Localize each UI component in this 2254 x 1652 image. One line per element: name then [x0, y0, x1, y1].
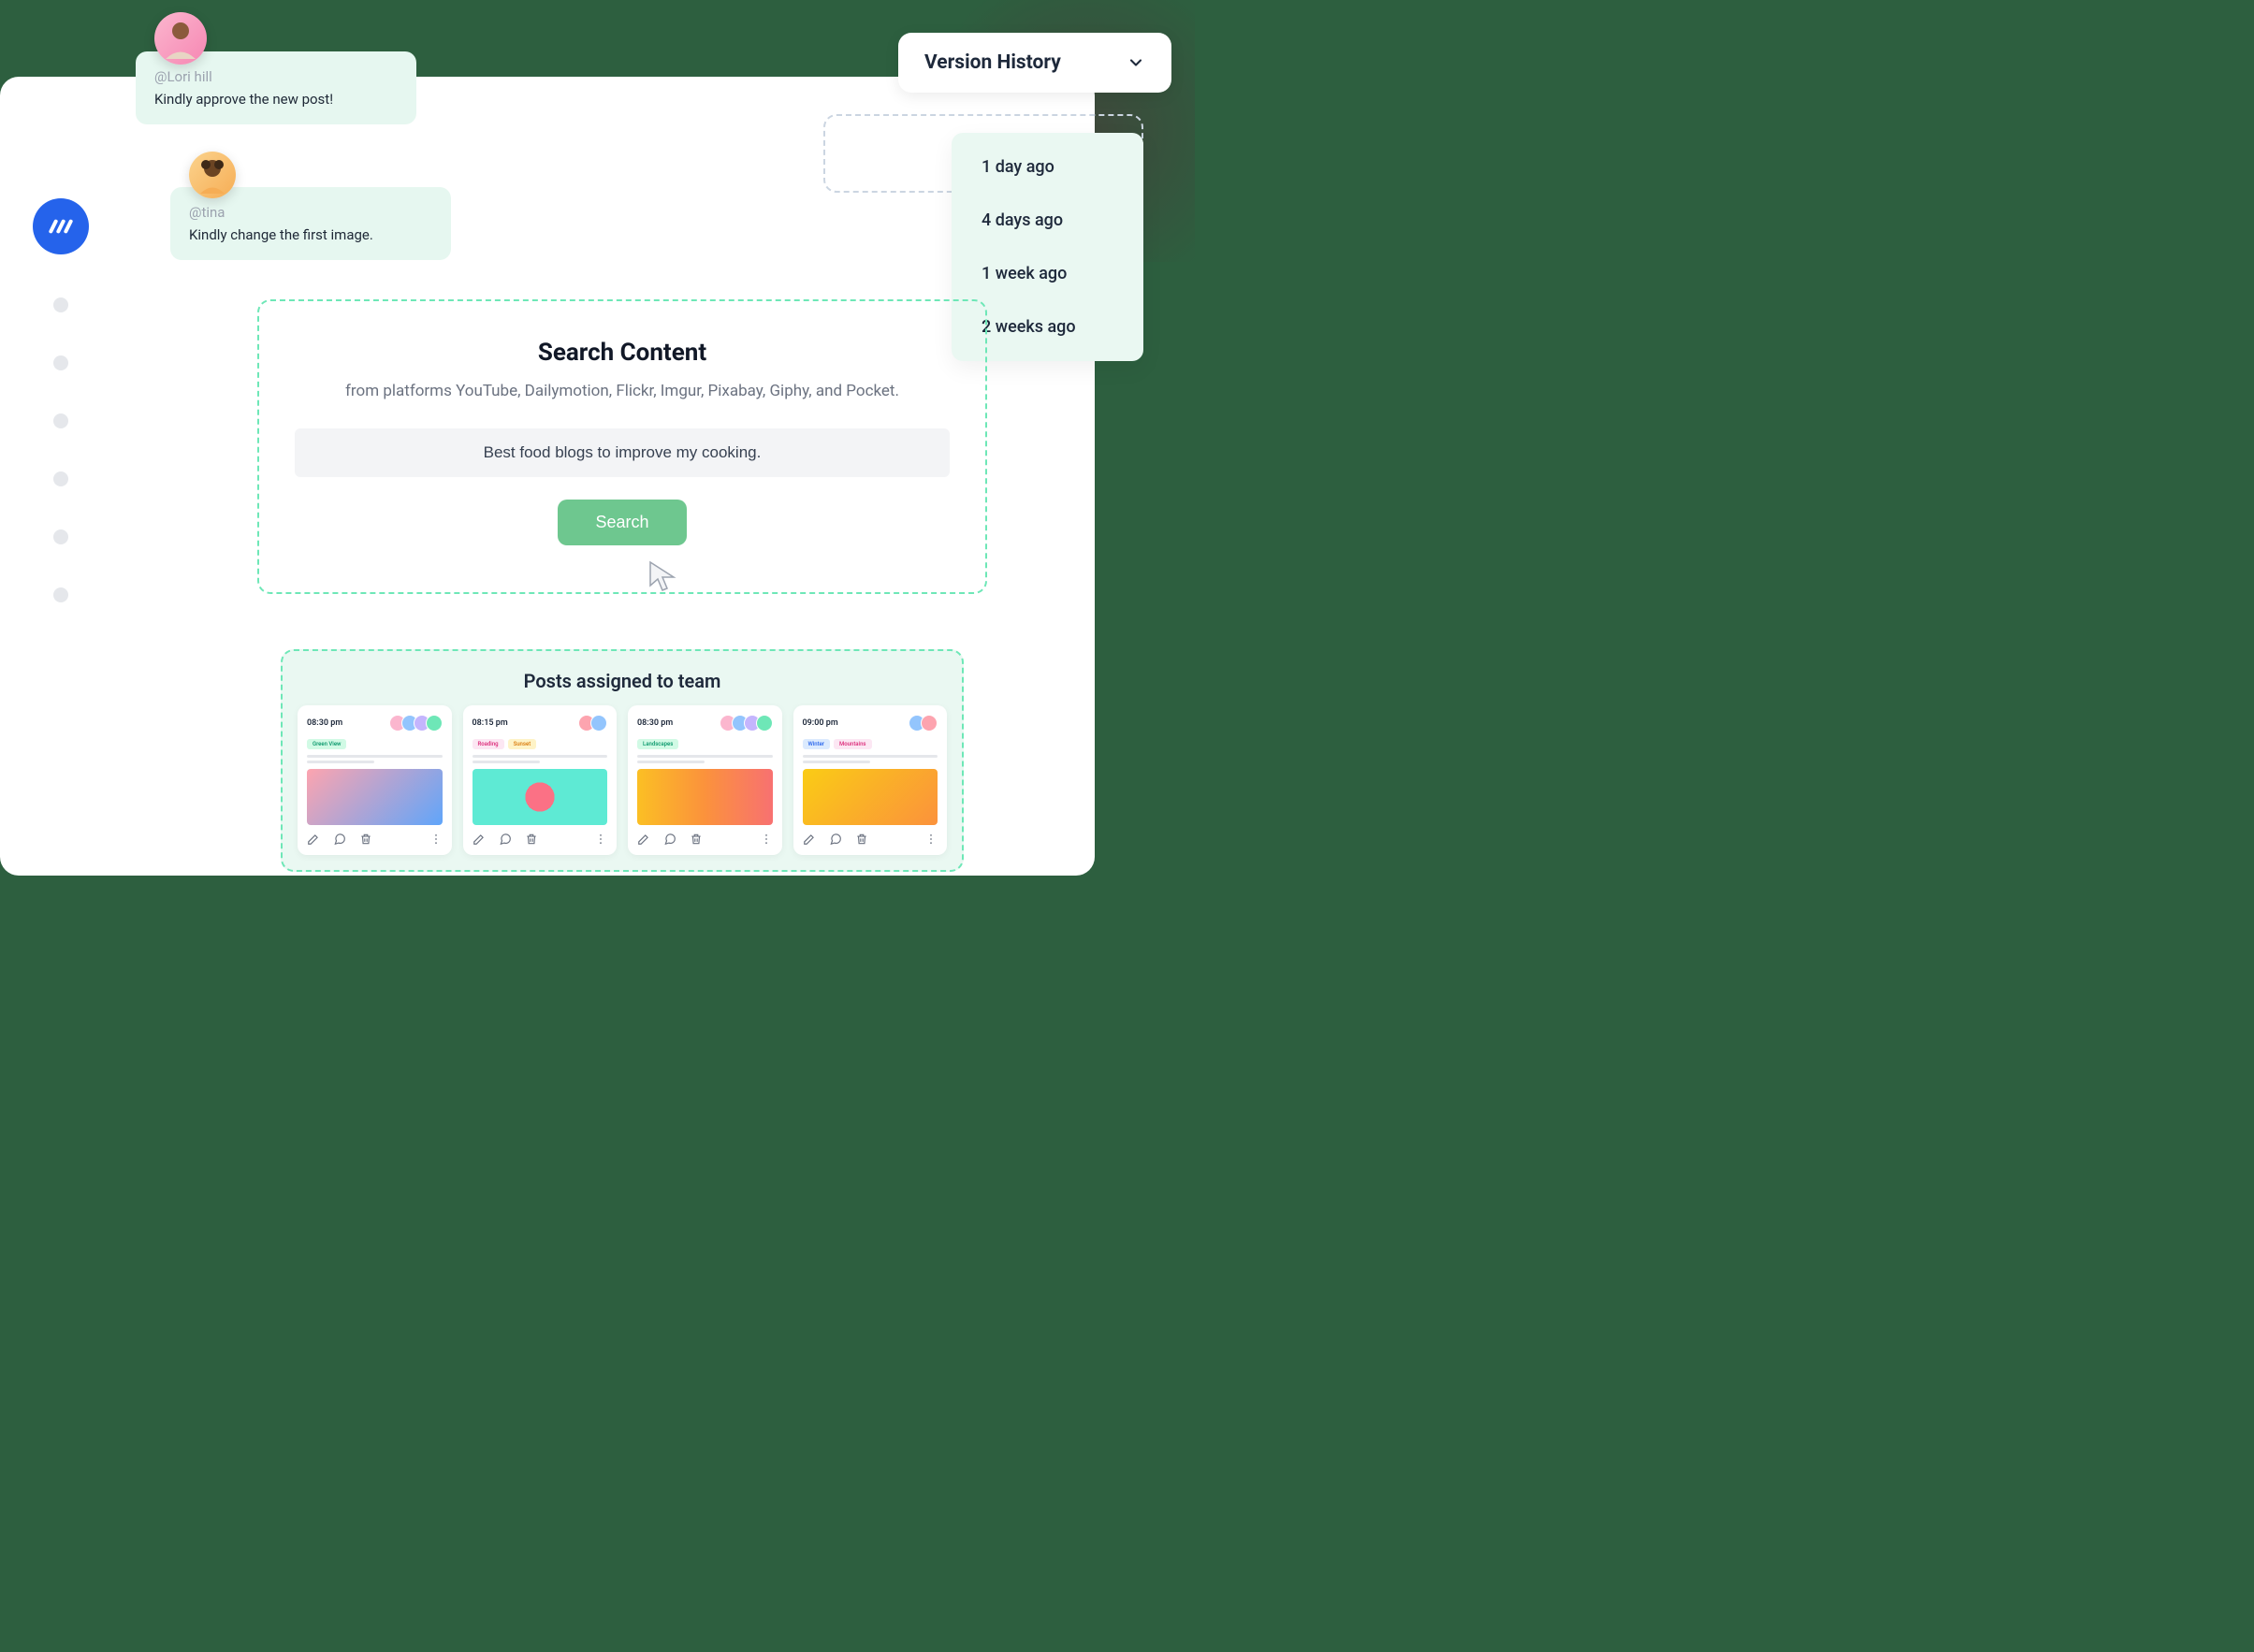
- post-time: 08:30 pm: [637, 718, 673, 728]
- version-dropdown-toggle[interactable]: Version History: [898, 33, 1171, 93]
- nav-item-1[interactable]: [53, 297, 68, 312]
- trash-icon[interactable]: [525, 833, 538, 846]
- post-tag: Landscapes: [637, 739, 678, 749]
- comment-icon[interactable]: [333, 833, 346, 846]
- post-time: 08:15 pm: [473, 718, 508, 728]
- more-icon[interactable]: [594, 833, 607, 846]
- post-assignees: [394, 715, 443, 732]
- nav-item-3[interactable]: [53, 413, 68, 428]
- post-card[interactable]: 08:15 pm Roading Sunset: [463, 705, 618, 855]
- post-tag: Roading: [473, 739, 504, 749]
- more-icon[interactable]: [760, 833, 773, 846]
- comment-icon[interactable]: [663, 833, 676, 846]
- post-thumbnail: [637, 769, 773, 825]
- post-tag: Mountains: [834, 739, 872, 749]
- version-item[interactable]: 1 day ago: [952, 140, 1143, 194]
- nav-item-5[interactable]: [53, 529, 68, 544]
- search-input[interactable]: [295, 428, 950, 477]
- post-time: 09:00 pm: [803, 718, 838, 728]
- post-tag: Green View: [307, 739, 346, 749]
- nav-item-4[interactable]: [53, 471, 68, 486]
- more-icon[interactable]: [924, 833, 938, 846]
- posts-title: Posts assigned to team: [298, 670, 947, 692]
- version-title: Version History: [924, 51, 1061, 74]
- search-panel: Search Content from platforms YouTube, D…: [257, 299, 987, 594]
- post-thumbnail: [803, 769, 938, 825]
- comment-text: Kindly approve the new post!: [154, 91, 398, 108]
- nav-item-6[interactable]: [53, 587, 68, 602]
- post-time: 08:30 pm: [307, 718, 342, 728]
- version-panel: Version History: [898, 33, 1171, 93]
- version-item[interactable]: 1 week ago: [952, 247, 1143, 300]
- post-card[interactable]: 09:00 pm Winter Mountains: [793, 705, 948, 855]
- comment-icon[interactable]: [499, 833, 512, 846]
- search-subtitle: from platforms YouTube, Dailymotion, Fli…: [287, 382, 957, 400]
- comment-card: @Lori hill Kindly approve the new post!: [136, 51, 416, 124]
- post-assignees: [913, 715, 938, 732]
- edit-icon[interactable]: [637, 833, 650, 846]
- edit-icon[interactable]: [307, 833, 320, 846]
- post-assignees: [583, 715, 607, 732]
- posts-panel: Posts assigned to team 08:30 pm Green Vi…: [281, 649, 964, 872]
- post-tag: Sunset: [508, 739, 537, 749]
- comment-text: Kindly change the first image.: [189, 226, 432, 243]
- trash-icon[interactable]: [855, 833, 868, 846]
- edit-icon[interactable]: [473, 833, 486, 846]
- logo-icon: [46, 211, 76, 241]
- edit-icon[interactable]: [803, 833, 816, 846]
- post-assignees: [724, 715, 773, 732]
- chevron-down-icon: [1127, 53, 1145, 72]
- comment-icon[interactable]: [829, 833, 842, 846]
- trash-icon[interactable]: [359, 833, 372, 846]
- more-icon[interactable]: [429, 833, 443, 846]
- app-logo[interactable]: [33, 198, 89, 254]
- post-card[interactable]: 08:30 pm Landscapes: [628, 705, 782, 855]
- avatar: [154, 12, 207, 65]
- cursor-icon: [646, 558, 683, 595]
- search-title: Search Content: [287, 339, 957, 367]
- comment-username: @Lori hill: [154, 68, 398, 85]
- comment-username: @tina: [189, 204, 432, 221]
- post-thumbnail: [473, 769, 608, 825]
- post-tag: Winter: [803, 739, 830, 749]
- post-card[interactable]: 08:30 pm Green View: [298, 705, 452, 855]
- sidebar: [28, 198, 94, 602]
- version-item[interactable]: 4 days ago: [952, 194, 1143, 247]
- posts-grid: 08:30 pm Green View: [298, 705, 947, 855]
- comment-card: @tina Kindly change the first image.: [170, 187, 451, 260]
- search-button[interactable]: Search: [558, 500, 686, 545]
- post-thumbnail: [307, 769, 443, 825]
- nav-item-2[interactable]: [53, 355, 68, 370]
- trash-icon[interactable]: [690, 833, 703, 846]
- avatar: [189, 152, 236, 198]
